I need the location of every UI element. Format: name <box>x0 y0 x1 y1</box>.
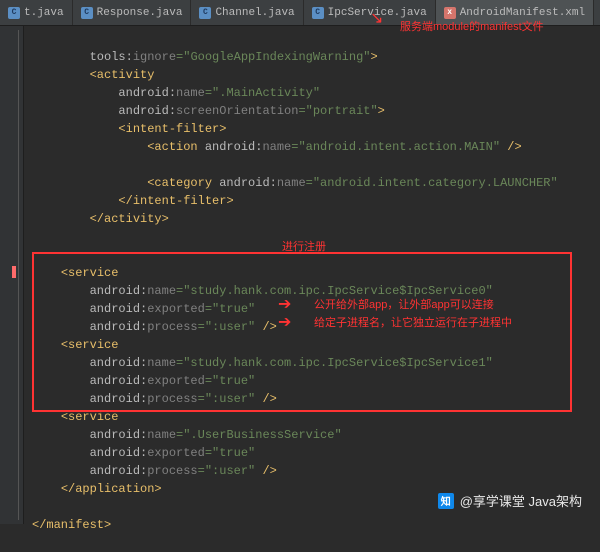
tab-response[interactable]: CResponse.java <box>73 0 192 25</box>
gutter <box>0 26 24 524</box>
annotation-process-note: 给定子进程名，让它独立运行在子进程中 <box>314 314 512 330</box>
tab-ipc[interactable]: CIpc.java <box>594 0 600 25</box>
annotation-highlight-box <box>32 252 572 412</box>
tab-file-partial[interactable]: Ct.java <box>0 0 73 25</box>
watermark: 知 @享学课堂 Java架构 <box>438 491 582 510</box>
annotation-exported-note: 公开给外部app，让外部app可以连接 <box>314 296 494 312</box>
tab-channel[interactable]: CChannel.java <box>191 0 303 25</box>
annotation-arrow-icon: ↘ <box>370 8 383 28</box>
gutter-marker <box>12 266 16 278</box>
zhihu-icon: 知 <box>438 493 454 509</box>
annotation-arrow-icon: ➔ <box>278 312 291 332</box>
annotation-manifest-note: 服务端module的manifest文件 <box>400 18 544 34</box>
annotation-arrow-icon: ➔ <box>278 294 291 314</box>
